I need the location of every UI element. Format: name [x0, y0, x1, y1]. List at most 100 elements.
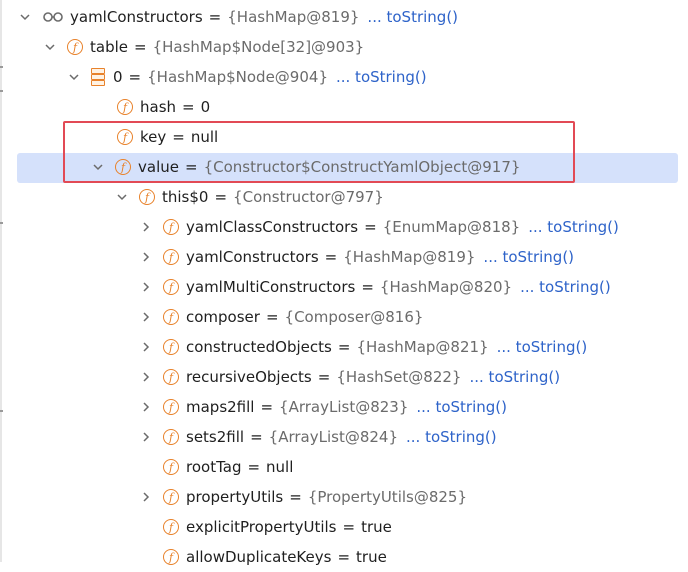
field-icon: f	[163, 489, 179, 505]
variable-value: null	[190, 128, 219, 146]
chevron-down-icon[interactable]	[18, 10, 32, 24]
chevron-down-icon[interactable]	[67, 70, 81, 84]
variable-value: {HashMap@819}	[227, 8, 360, 26]
chevron-right-icon[interactable]	[139, 310, 153, 324]
equals-sign: =	[134, 38, 147, 56]
tostring-link[interactable]: ... toString()	[520, 278, 611, 296]
chevron-right-icon[interactable]	[139, 340, 153, 354]
tree-row-yamlconstructors[interactable]: yamlConstructors = {HashMap@819} ... toS…	[0, 2, 688, 32]
tree-row-yamlmulticonstructors[interactable]: f yamlMultiConstructors = {HashMap@820} …	[0, 272, 688, 302]
field-icon: f	[163, 279, 179, 295]
tree-row-constructedobjects[interactable]: f constructedObjects = {HashMap@821} ...…	[0, 332, 688, 362]
variable-value: {EnumMap@818}	[382, 218, 521, 236]
variable-name: recursiveObjects	[186, 368, 312, 386]
tostring-link[interactable]: ... toString()	[336, 68, 427, 86]
field-icon: f	[163, 519, 179, 535]
equals-sign: =	[184, 158, 198, 176]
tree-row-table[interactable]: f table = {HashMap$Node[32]@903}	[0, 32, 688, 62]
tree-row-key[interactable]: f key = null	[0, 122, 688, 152]
tree-row-composer[interactable]: f composer = {Composer@816}	[0, 302, 688, 332]
chevron-right-icon[interactable]	[139, 400, 153, 414]
tostring-link[interactable]: ... toString()	[528, 218, 619, 236]
equals-sign: =	[361, 278, 374, 296]
tostring-link[interactable]: ... toString()	[416, 398, 507, 416]
equals-sign: =	[265, 308, 279, 326]
field-icon: f	[117, 129, 133, 145]
field-icon: f	[163, 309, 179, 325]
variable-name: sets2fill	[186, 428, 245, 446]
tree-row-allowduplicatekeys[interactable]: f allowDuplicateKeys = true	[0, 542, 688, 572]
variable-name: key	[140, 128, 167, 146]
variable-value: true	[356, 548, 387, 566]
field-icon: f	[163, 459, 179, 475]
chevron-right-icon[interactable]	[139, 430, 153, 444]
chevron-down-icon[interactable]	[43, 40, 57, 54]
equals-sign: =	[182, 98, 195, 116]
chevron-right-icon[interactable]	[139, 220, 153, 234]
tree-row-sets2fill[interactable]: f sets2fill = {ArrayList@824} ... toStri…	[0, 422, 688, 452]
equals-sign: =	[250, 428, 263, 446]
field-icon: f	[163, 369, 179, 385]
variable-name: 0	[113, 68, 123, 86]
equals-sign: =	[247, 458, 261, 476]
field-icon: f	[139, 189, 155, 205]
tree-row-roottag[interactable]: f rootTag = null	[0, 452, 688, 482]
tree-row-this0[interactable]: f this$0 = {Constructor@797}	[0, 182, 688, 212]
tree-row-propertyutils[interactable]: f propertyUtils = {PropertyUtils@825}	[0, 482, 688, 512]
field-icon: f	[117, 99, 133, 115]
equals-sign: =	[342, 518, 356, 536]
chevron-down-icon[interactable]	[115, 190, 129, 204]
tree-row-explicitpropertyutils[interactable]: f explicitPropertyUtils = true	[0, 512, 688, 542]
variable-value: true	[361, 518, 392, 536]
field-icon: f	[115, 159, 131, 175]
tree-row-yamlclassconstructors[interactable]: f yamlClassConstructors = {EnumMap@818} …	[0, 212, 688, 242]
field-icon: f	[163, 549, 179, 565]
variable-name: yamlMultiConstructors	[186, 278, 356, 296]
variable-value: {Constructor$ConstructYamlObject@917}	[203, 158, 521, 176]
equals-sign: =	[260, 398, 274, 416]
chevron-right-icon[interactable]	[139, 490, 153, 504]
equals-sign: =	[364, 218, 377, 236]
chevron-right-icon[interactable]	[139, 250, 153, 264]
variable-name: maps2fill	[186, 398, 255, 416]
variable-name: composer	[186, 308, 260, 326]
tree-row-hash[interactable]: f hash = 0	[0, 92, 688, 122]
variable-name: rootTag	[186, 458, 242, 476]
variable-value: {HashMap$Node[32]@903}	[152, 38, 365, 56]
equals-sign: =	[172, 128, 185, 146]
tree-row-recursiveobjects[interactable]: f recursiveObjects = {HashSet@822} ... t…	[0, 362, 688, 392]
tostring-link[interactable]: ... toString()	[497, 338, 588, 356]
equals-sign: =	[289, 488, 302, 506]
equals-sign: =	[208, 8, 222, 26]
variable-value: {ArrayList@824}	[268, 428, 398, 446]
field-icon: f	[163, 429, 179, 445]
tostring-link[interactable]: ... toString()	[469, 368, 560, 386]
variable-value: {HashMap@819}	[343, 248, 476, 266]
variable-name: constructedObjects	[186, 338, 332, 356]
variable-value: {Composer@816}	[284, 308, 424, 326]
array-stack-icon	[91, 68, 105, 86]
chevron-down-icon[interactable]	[91, 160, 105, 174]
tree-row-0[interactable]: 0 = {HashMap$Node@904} ... toString()	[0, 62, 688, 92]
variable-name: this$0	[162, 188, 209, 206]
tostring-link[interactable]: ... toString()	[406, 428, 497, 446]
variable-value: 0	[200, 98, 211, 116]
tostring-link[interactable]: ... toString()	[483, 248, 574, 266]
variable-name: table	[90, 38, 128, 56]
variable-value: {Constructor@797}	[233, 188, 384, 206]
tree-row-value[interactable]: f value = {Constructor$ConstructYamlObje…	[0, 152, 688, 183]
variable-value: {ArrayList@823}	[279, 398, 409, 416]
chevron-right-icon[interactable]	[139, 280, 153, 294]
tostring-link[interactable]: ... toString()	[367, 8, 458, 26]
variable-value: {HashMap@821}	[356, 338, 489, 356]
tree-row-maps2fill[interactable]: f maps2fill = {ArrayList@823} ... toStri…	[0, 392, 688, 422]
equals-sign: =	[337, 338, 351, 356]
variable-value: {PropertyUtils@825}	[307, 488, 468, 506]
variable-name: value	[138, 158, 179, 176]
variable-value: null	[266, 458, 294, 476]
tree-row-yamlconstructors-inner[interactable]: f yamlConstructors = {HashMap@819} ... t…	[0, 242, 688, 272]
variable-name: allowDuplicateKeys	[186, 548, 332, 566]
field-icon: f	[163, 219, 179, 235]
chevron-right-icon[interactable]	[139, 370, 153, 384]
variable-name: yamlConstructors	[186, 248, 319, 266]
